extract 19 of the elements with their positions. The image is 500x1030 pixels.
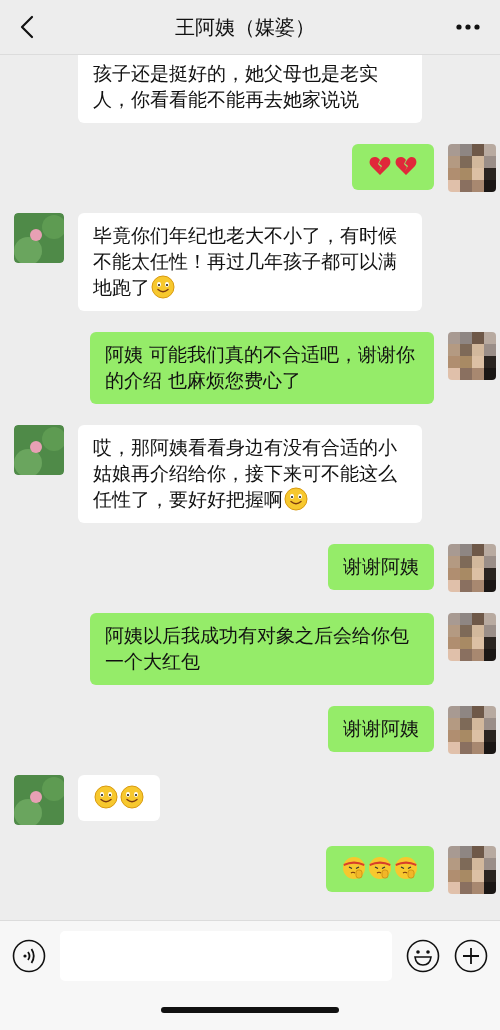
pixelated-avatar[interactable] [448, 144, 496, 192]
message-text: 阿姨 可能我们真的不合适吧，谢谢你的介绍 也麻烦您费心了 [105, 344, 415, 391]
pixelated-avatar[interactable] [448, 706, 496, 754]
more-icon[interactable] [456, 24, 480, 30]
pixelated-avatar[interactable] [448, 846, 496, 894]
back-icon[interactable] [20, 15, 34, 39]
message-text: 阿姨以后我成功有对象之后会给你包一个大红包 [105, 625, 409, 672]
message-text: 孩子还是挺好的，她父母也是老实人，你看看能不能再去她家说说 [93, 63, 378, 110]
pixelated-avatar[interactable] [448, 544, 496, 592]
pixelated-avatar[interactable] [448, 332, 496, 380]
message-text: 谢谢阿姨 [343, 556, 419, 577]
message-text: 谢谢阿姨 [343, 718, 419, 739]
message-text: 毕竟你们年纪也老大不小了，有时候不能太任性！再过几年孩子都可以满地跑了 [93, 225, 397, 298]
message-text: 哎，那阿姨看看身边有没有合适的小姑娘再介绍给你，接下来可不能这么任性了，要好好把握啊 [93, 437, 397, 510]
chat-title: 王阿姨（媒婆） [175, 13, 315, 41]
pixelated-avatar[interactable] [448, 613, 496, 661]
emoji-icon[interactable] [406, 939, 440, 973]
plus-icon[interactable] [454, 939, 488, 973]
voice-icon[interactable] [12, 939, 46, 973]
